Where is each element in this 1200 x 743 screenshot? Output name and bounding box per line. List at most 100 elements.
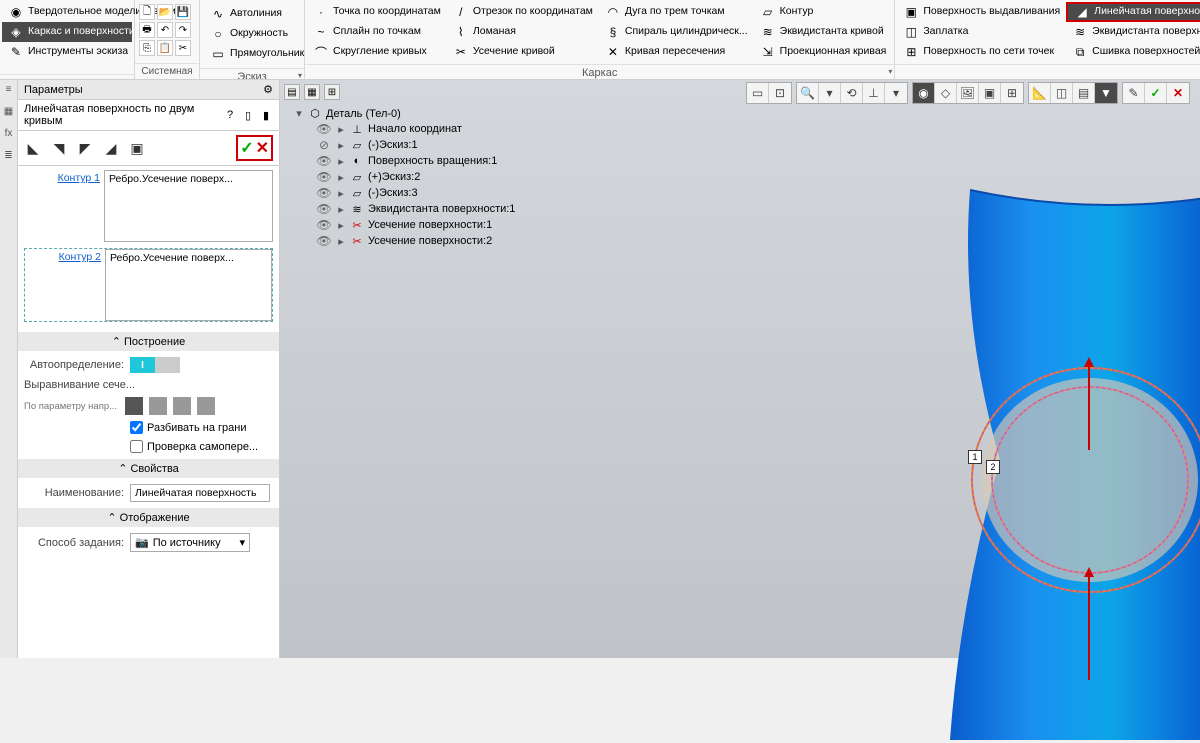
vp-section-icon[interactable]: ◫: [1051, 83, 1073, 103]
gear-icon[interactable]: ⚙: [263, 83, 273, 96]
tree-item[interactable]: ⊘▸▱(-)Эскиз:1: [284, 137, 556, 153]
patch-button[interactable]: ◫Заплатка: [897, 22, 1066, 42]
tree-item[interactable]: 👁▸▱(+)Эскиз:2: [284, 169, 556, 185]
undo-button[interactable]: ↶: [157, 22, 173, 38]
mode-solid[interactable]: ◉Твердотельное моделирование: [2, 2, 132, 22]
circle-button[interactable]: ○Окружность: [204, 24, 310, 44]
pick-face-icon[interactable]: ◥: [50, 139, 68, 157]
extrude-surface-button[interactable]: ▣Поверхность выдавливания: [897, 2, 1066, 22]
display-mode-select[interactable]: 📷 По источнику ▾: [130, 533, 250, 552]
paste-button[interactable]: 📋: [157, 40, 173, 56]
vp-drop-icon[interactable]: ▾: [819, 83, 841, 103]
section-props[interactable]: ⌃ Свойства: [18, 459, 279, 478]
rail-tree-icon[interactable]: ≡: [2, 84, 16, 98]
ruled-surface-button[interactable]: ◢Линейчатая поверхность п...: [1066, 2, 1200, 22]
arc3pt-button[interactable]: ◠Дуга по трем точкам: [599, 2, 754, 22]
offset-curve-button[interactable]: ≋Эквидистанта кривой: [754, 22, 893, 42]
vp-layers-icon[interactable]: ▤: [1073, 83, 1095, 103]
tree-root[interactable]: ▾⬡ Деталь (Тел-0): [284, 106, 556, 121]
polyline-button[interactable]: ⌇Ломаная: [447, 22, 599, 42]
rail-fx-icon[interactable]: fx: [2, 128, 16, 142]
align-mode-4[interactable]: [197, 397, 215, 415]
tree-item[interactable]: 👁▸≋Эквидистанта поверхности:1: [284, 201, 556, 217]
pick-edge-icon[interactable]: ◤: [76, 139, 94, 157]
tree-item[interactable]: 👁▸▱(-)Эскиз:3: [284, 185, 556, 201]
cut-button[interactable]: ✂: [175, 40, 191, 56]
tree-item[interactable]: 👁▸✂Усечение поверхности:2: [284, 233, 556, 249]
apply-button[interactable]: ✓: [240, 138, 253, 158]
pick-vertex-icon[interactable]: ◢: [102, 139, 120, 157]
align-mode-3[interactable]: [173, 397, 191, 415]
vp-persp-icon[interactable]: ▣: [979, 83, 1001, 103]
save-button[interactable]: 💾: [175, 4, 191, 20]
visibility-icon[interactable]: 👁: [316, 170, 332, 184]
contour-2-label[interactable]: Контур 2: [25, 249, 105, 321]
vp-frame-icon[interactable]: ⊡: [769, 83, 791, 103]
tree-view-3[interactable]: ⊞: [324, 84, 340, 100]
vp-filter-icon[interactable]: ▼: [1095, 83, 1117, 103]
help-icon[interactable]: ?: [223, 108, 237, 122]
cursor-tool-icon[interactable]: ◣: [24, 139, 42, 157]
section-build[interactable]: ⌃ Построение: [18, 332, 279, 351]
vp-rotate-icon[interactable]: ⟲: [841, 83, 863, 103]
visibility-icon[interactable]: 👁: [316, 234, 332, 248]
visibility-icon[interactable]: 👁: [316, 122, 332, 136]
mode-sketch-tools[interactable]: ✎Инструменты эскиза: [2, 42, 132, 62]
autoline-button[interactable]: ∿Автолиния: [204, 4, 310, 24]
vp-edit-icon[interactable]: ✎: [1123, 83, 1145, 103]
tree-view-1[interactable]: ▤: [284, 84, 300, 100]
copy-button[interactable]: ⎘: [139, 40, 155, 56]
segment-button[interactable]: /Отрезок по координатам: [447, 2, 599, 22]
rail-list-icon[interactable]: ≣: [2, 150, 16, 164]
tree-item[interactable]: 👁▸◐Поверхность вращения:1: [284, 153, 556, 169]
self-intersect-check[interactable]: Проверка самопере...: [24, 440, 273, 453]
sew-surfaces-button[interactable]: ⧉Сшивка поверхностей: [1066, 42, 1200, 62]
point-net-surface-button[interactable]: ⊞Поверхность по сети точек: [897, 42, 1066, 62]
helix-button[interactable]: §Спираль цилиндрическ...: [599, 22, 754, 42]
vp-wire-icon[interactable]: ◇: [935, 83, 957, 103]
dock-right-icon[interactable]: ▮: [259, 108, 273, 122]
contour-2-value[interactable]: Ребро.Усечение поверх...: [105, 249, 272, 321]
redo-button[interactable]: ↷: [175, 22, 191, 38]
visibility-icon[interactable]: ⊘: [316, 138, 332, 152]
vp-cancel-icon[interactable]: ✕: [1167, 83, 1189, 103]
viewport[interactable]: ▤ ▦ ⊞ ▾⬡ Деталь (Тел-0) 👁▸⊥Начало коорди…: [280, 80, 1200, 658]
visibility-icon[interactable]: 👁: [316, 186, 332, 200]
cancel-button[interactable]: ✕: [256, 138, 269, 158]
tree-view-2[interactable]: ▦: [304, 84, 320, 100]
visibility-icon[interactable]: 👁: [316, 218, 332, 232]
projection-curve-button[interactable]: ⇲Проекционная кривая: [754, 42, 893, 62]
rail-layers-icon[interactable]: ▦: [2, 106, 16, 120]
visibility-icon[interactable]: 👁: [316, 154, 332, 168]
split-faces-check[interactable]: Разбивать на грани: [24, 421, 273, 434]
vp-apply-icon[interactable]: ✓: [1145, 83, 1167, 103]
visibility-icon[interactable]: 👁: [316, 202, 332, 216]
intersection-curve-button[interactable]: ✕Кривая пересечения: [599, 42, 754, 62]
open-file-button[interactable]: 📂: [157, 4, 173, 20]
align-mode-1[interactable]: [125, 397, 143, 415]
vp-grid-icon[interactable]: ⊞: [1001, 83, 1023, 103]
vp-drop2-icon[interactable]: ▾: [885, 83, 907, 103]
fillet-curves-button[interactable]: ⌒Скругление кривых: [307, 42, 447, 62]
trim-curve-button[interactable]: ✂Усечение кривой: [447, 42, 599, 62]
tree-item[interactable]: 👁▸✂Усечение поверхности:1: [284, 217, 556, 233]
vp-measure-icon[interactable]: 📐: [1029, 83, 1051, 103]
vp-zoom-icon[interactable]: 🔍: [797, 83, 819, 103]
contour-1-value[interactable]: Ребро.Усечение поверх...: [104, 170, 273, 242]
align-mode-2[interactable]: [149, 397, 167, 415]
pick-body-icon[interactable]: ▣: [128, 139, 146, 157]
name-input[interactable]: [130, 484, 270, 502]
dock-left-icon[interactable]: ▯: [241, 108, 255, 122]
offset-surface-button[interactable]: ≋Эквидистанта поверхности: [1066, 22, 1200, 42]
spline-button[interactable]: ~Сплайн по точкам: [307, 22, 447, 42]
contour-button[interactable]: ▱Контур: [754, 2, 893, 22]
rectangle-button[interactable]: ▭Прямоугольник: [204, 44, 310, 64]
contour-1-label[interactable]: Контур 1: [24, 170, 104, 242]
mode-wireframe-surfaces[interactable]: ◈Каркас и поверхности: [2, 22, 132, 42]
vp-rect-icon[interactable]: ▭: [747, 83, 769, 103]
tree-item[interactable]: 👁▸⊥Начало координат: [284, 121, 556, 137]
section-display[interactable]: ⌃ Отображение: [18, 508, 279, 527]
vp-axis-icon[interactable]: ⊥: [863, 83, 885, 103]
new-file-button[interactable]: 🗋: [139, 4, 155, 20]
vp-pic-icon[interactable]: 🖼: [957, 83, 979, 103]
